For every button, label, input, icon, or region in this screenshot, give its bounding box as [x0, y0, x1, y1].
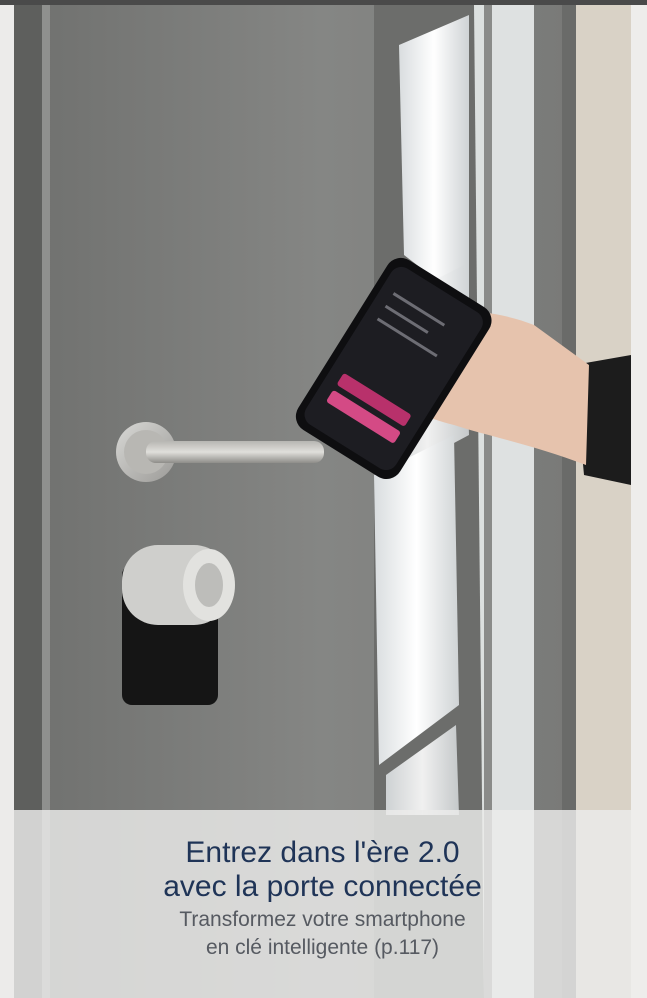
subheadline-line-2: en clé intelligente (p.117)	[205, 936, 440, 959]
caption-band: Entrez dans l'ère 2.0 avec la porte conn…	[14, 810, 631, 998]
right-margin	[631, 5, 647, 998]
subheadline-line-1: Transformez votre smartphone	[179, 908, 466, 931]
subheadline: Transformez votre smartphone en clé inte…	[14, 906, 631, 962]
headline-line-1: Entrez dans l'ère 2.0	[185, 836, 460, 869]
headline-line-2: avec la porte connectée	[163, 870, 482, 903]
left-margin	[0, 5, 14, 998]
headline: Entrez dans l'ère 2.0 avec la porte conn…	[14, 836, 631, 904]
